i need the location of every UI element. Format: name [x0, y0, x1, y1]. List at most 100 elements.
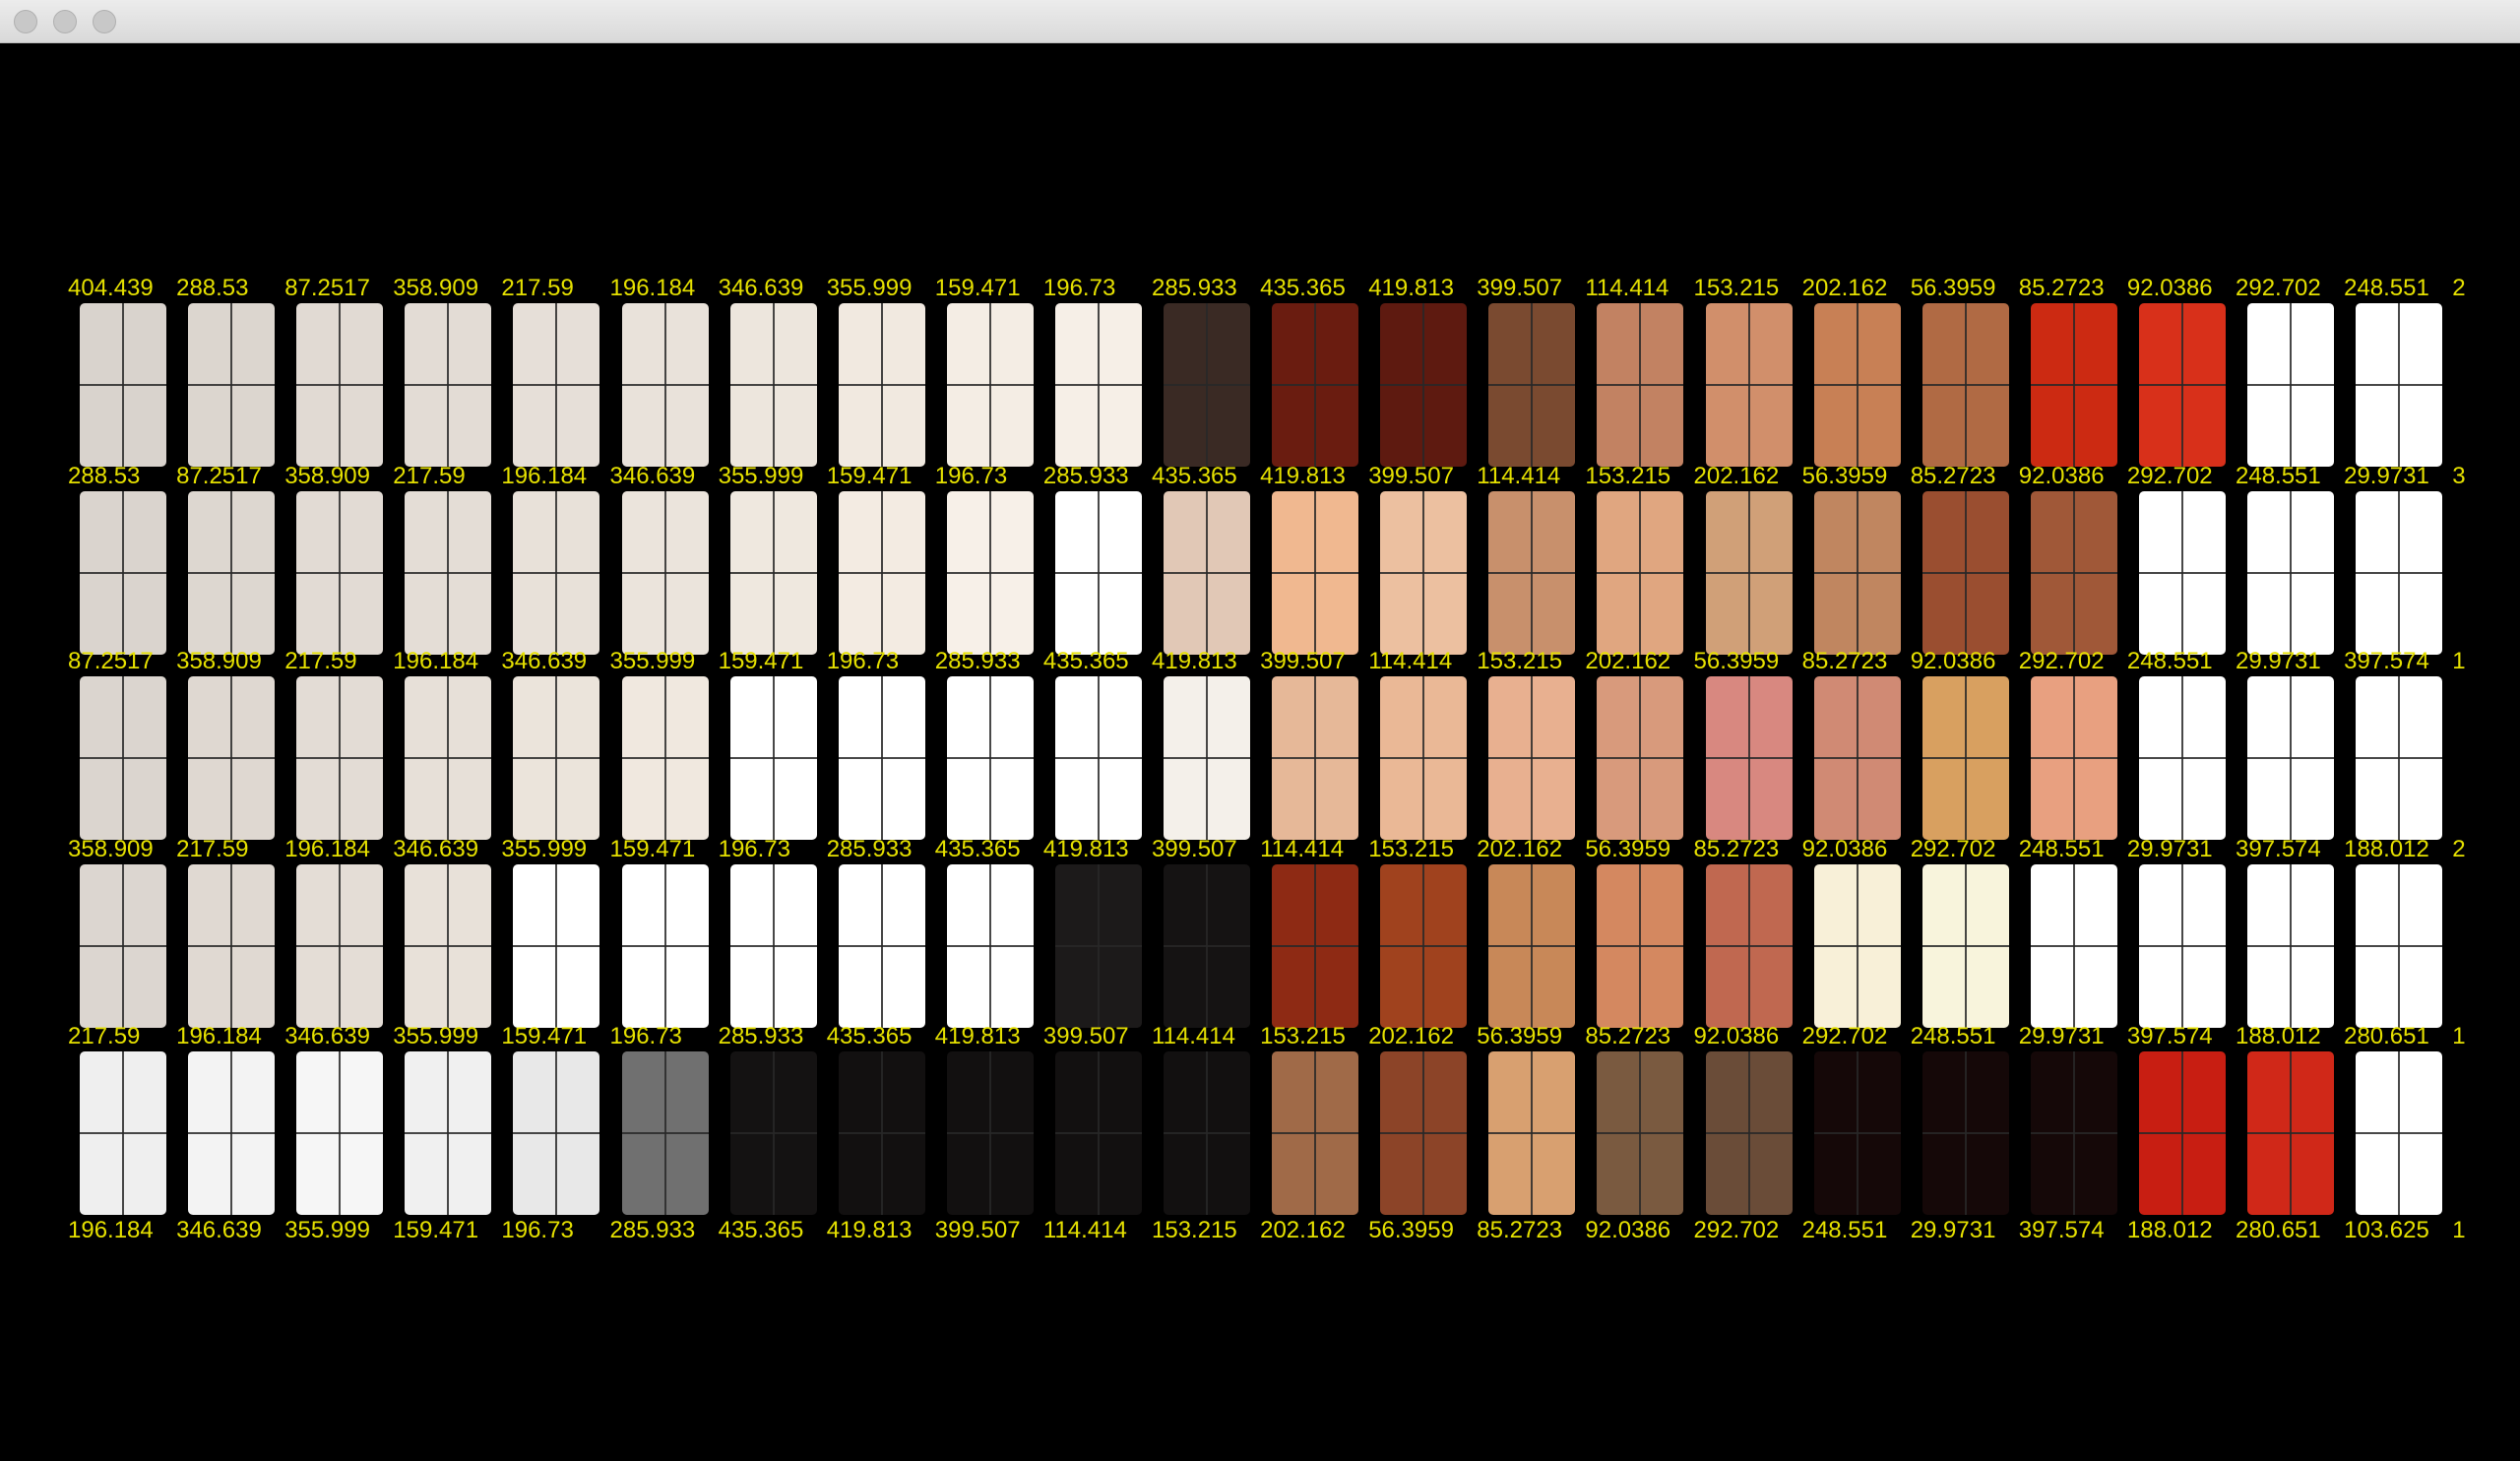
row-label: 435.365: [1260, 275, 1346, 301]
grid-cell: [1488, 864, 1576, 1028]
row-label: 248.551: [1910, 1023, 1996, 1049]
zoom-button[interactable]: [93, 10, 116, 33]
row-label: 399.507: [1477, 275, 1563, 301]
grid-cell: [1054, 864, 1142, 1028]
row-label: 114.414: [1368, 648, 1453, 674]
row-label: 56.3959: [1693, 648, 1780, 674]
bottom-label: 188.012: [2126, 1217, 2213, 1243]
row-label: 397.574: [2344, 648, 2429, 674]
row-label: 419.813: [934, 1023, 1021, 1049]
row-label: 196.184: [609, 275, 696, 301]
grid-cell: [80, 491, 166, 655]
row-label: 217.59: [501, 275, 574, 301]
grid-cell: [621, 303, 709, 467]
grid-cell: [1380, 1051, 1468, 1215]
grid-cell: [296, 676, 384, 840]
bottom-label: 85.2723: [1477, 1217, 1563, 1243]
grid-cell: [1272, 864, 1359, 1028]
grid-cell: [1705, 864, 1793, 1028]
row-label: 288.53: [68, 463, 141, 489]
row-label: 2: [2452, 836, 2466, 862]
grid-cell: [80, 864, 166, 1028]
row-label: 202.162: [1693, 463, 1780, 489]
row-label: 2: [2452, 275, 2466, 301]
minimize-button[interactable]: [53, 10, 77, 33]
grid-cell: [729, 676, 817, 840]
grid-cell: [80, 1051, 166, 1215]
row-label: 397.574: [2126, 1023, 2213, 1049]
grid-cell: [729, 1051, 817, 1215]
row-label: 29.9731: [2126, 836, 2213, 862]
camera-grid-view: 404.439 288.53 87.2517 358.909 217.59 196.184…: [0, 43, 2520, 1461]
grid-cell: [621, 1051, 709, 1215]
row-label: 159.471: [826, 463, 913, 489]
grid-cell: [1272, 1051, 1359, 1215]
row-label: 399.507: [1260, 648, 1346, 674]
bottom-label: 399.507: [934, 1217, 1021, 1243]
grid-cell: [1705, 491, 1793, 655]
grid-cell: [1164, 864, 1250, 1028]
row-label: 1: [2452, 1023, 2466, 1049]
row-label: 188.012: [2344, 836, 2429, 862]
row-label: 87.2517: [284, 275, 370, 301]
row-label: 355.999: [609, 648, 696, 674]
row-label: 288.53: [176, 275, 249, 301]
row-label: 217.59: [68, 1023, 141, 1049]
row-label: 87.2517: [68, 648, 154, 674]
grid-cell: [188, 491, 276, 655]
row-label: 196.73: [1042, 275, 1116, 301]
grid-cell: [838, 1051, 925, 1215]
grid-cell: [405, 864, 492, 1028]
row-label: 1: [2452, 648, 2466, 674]
row-label: 435.365: [1152, 463, 1237, 489]
row-label: 188.012: [2236, 1023, 2321, 1049]
bottom-label: 280.651: [2236, 1217, 2321, 1243]
row-label: 292.702: [2236, 275, 2321, 301]
row-label: 419.813: [1260, 463, 1346, 489]
grid-cell: [80, 676, 166, 840]
row-label: 292.702: [2018, 648, 2105, 674]
bottom-label: 248.551: [1801, 1217, 1888, 1243]
row-label: 92.0386: [1801, 836, 1888, 862]
row-label: 85.2723: [2018, 275, 2105, 301]
row-label: 29.9731: [2344, 463, 2429, 489]
grid-cell: [296, 864, 384, 1028]
grid-cell: [2356, 303, 2443, 467]
grid-cell: [1488, 1051, 1576, 1215]
grid-cell: [188, 1051, 276, 1215]
row-label: 196.184: [393, 648, 479, 674]
grid-cell: [1380, 491, 1468, 655]
row-label: 404.439: [68, 275, 154, 301]
row-label: 153.215: [1693, 275, 1780, 301]
row-label: 217.59: [393, 463, 466, 489]
grid-cell: [621, 864, 709, 1028]
grid-cell: [729, 864, 817, 1028]
grid-cell: [296, 491, 384, 655]
row-label: 92.0386: [2126, 275, 2213, 301]
row-label: 280.651: [2344, 1023, 2429, 1049]
grid-cell: [1164, 303, 1250, 467]
row-label: 159.471: [718, 648, 804, 674]
grid-cell: [1597, 864, 1684, 1028]
row-label: 159.471: [501, 1023, 588, 1049]
row-label: 248.551: [2126, 648, 2213, 674]
row-label: 248.551: [2344, 275, 2429, 301]
row-label: 114.414: [1152, 1023, 1235, 1049]
grid-cell: [1488, 676, 1576, 840]
grid-cell: [405, 491, 492, 655]
close-button[interactable]: [14, 10, 37, 33]
row-label: 153.215: [1585, 463, 1671, 489]
row-label: 56.3959: [1585, 836, 1671, 862]
grid-cell: [1705, 1051, 1793, 1215]
row-label: 196.184: [284, 836, 370, 862]
grid-cell: [405, 1051, 492, 1215]
grid-cell: [2030, 676, 2117, 840]
grid-cell: [621, 491, 709, 655]
grid-cell: [2356, 864, 2443, 1028]
row-label: 202.162: [1368, 1023, 1454, 1049]
grid-cell: [838, 676, 925, 840]
grid-cell: [1272, 303, 1359, 467]
bottom-label: 419.813: [826, 1217, 913, 1243]
grid-cell: [2356, 1051, 2443, 1215]
grid-cell: [80, 303, 166, 467]
